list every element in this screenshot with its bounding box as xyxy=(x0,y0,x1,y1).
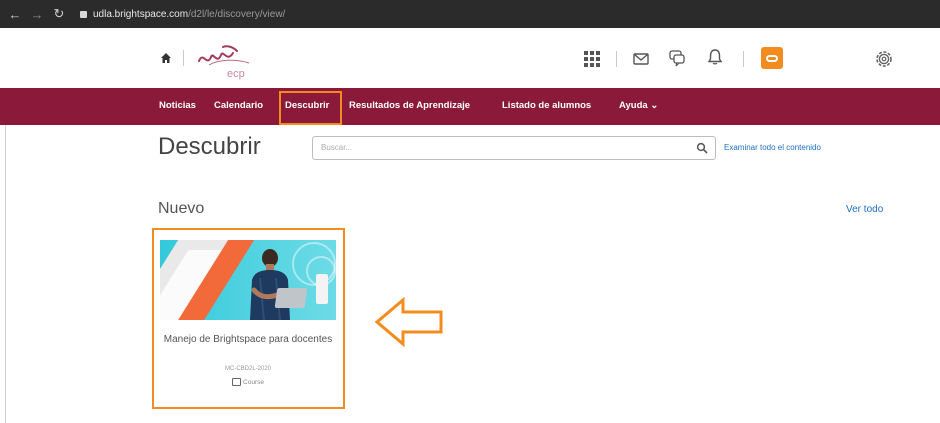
course-type: Course xyxy=(160,378,336,386)
header-divider xyxy=(616,51,617,67)
chat-icon[interactable] xyxy=(668,49,686,67)
brightspace-header xyxy=(0,28,940,88)
header-divider xyxy=(183,50,184,66)
course-title[interactable]: Manejo de Brightspace para docentes xyxy=(160,332,336,347)
url-host: udla.brightspace.com xyxy=(93,8,189,20)
course-selector-grid-icon[interactable] xyxy=(584,51,600,67)
search-placeholder: Buscar... xyxy=(321,143,353,152)
reload-icon[interactable]: ↻ xyxy=(52,6,66,22)
svg-text:ecp: ecp xyxy=(227,68,245,80)
nav-item-calendario[interactable]: Calendario xyxy=(214,100,263,111)
nav-item-resultados[interactable]: Resultados de Aprendizaje xyxy=(349,100,470,111)
browser-toolbar: ← → ↻ udla.brightspace.com /d2l/le/disco… xyxy=(0,0,940,28)
back-arrow-icon[interactable]: ← xyxy=(8,7,22,22)
course-card-image[interactable] xyxy=(160,240,336,320)
course-icon xyxy=(232,378,242,386)
forward-arrow-icon[interactable]: → xyxy=(30,7,44,22)
udla-ecp-logo[interactable]: ecp xyxy=(193,41,257,81)
url-path: /d2l/le/discovery/view/ xyxy=(188,8,286,20)
nav-item-ayuda[interactable]: Ayuda ⌄ xyxy=(619,100,658,111)
course-code: MC-CBD2L-2020 xyxy=(224,366,272,372)
notification-bell-icon[interactable] xyxy=(706,48,724,66)
search-input[interactable]: Buscar... xyxy=(312,136,716,160)
section-title-nuevo: Nuevo xyxy=(158,200,205,217)
teacher-with-laptop-illustration xyxy=(250,249,290,320)
search-icon[interactable] xyxy=(696,142,708,154)
home-icon[interactable] xyxy=(160,52,172,64)
view-all-link[interactable]: Ver todo xyxy=(846,204,883,215)
nav-item-ayuda-label: Ayuda xyxy=(619,100,648,111)
header-divider xyxy=(743,51,744,67)
profile-icon[interactable] xyxy=(761,47,783,69)
nav-item-listado-alumnos[interactable]: Listado de alumnos xyxy=(502,100,591,111)
chevron-down-icon: ⌄ xyxy=(650,100,659,111)
settings-gear-icon[interactable] xyxy=(874,49,894,69)
address-bar[interactable]: udla.brightspace.com /d2l/le/discovery/v… xyxy=(80,9,285,20)
page-title: Descubrir xyxy=(158,133,261,160)
nav-highlight-annotation xyxy=(279,91,342,125)
browse-all-link[interactable]: Examinar todo el contenido xyxy=(724,143,821,152)
lock-icon xyxy=(80,10,87,18)
mail-icon[interactable] xyxy=(632,50,650,68)
nav-item-noticias[interactable]: Noticias xyxy=(159,100,196,111)
pointer-arrow-annotation xyxy=(374,296,443,348)
course-type-label: Course xyxy=(243,378,264,386)
